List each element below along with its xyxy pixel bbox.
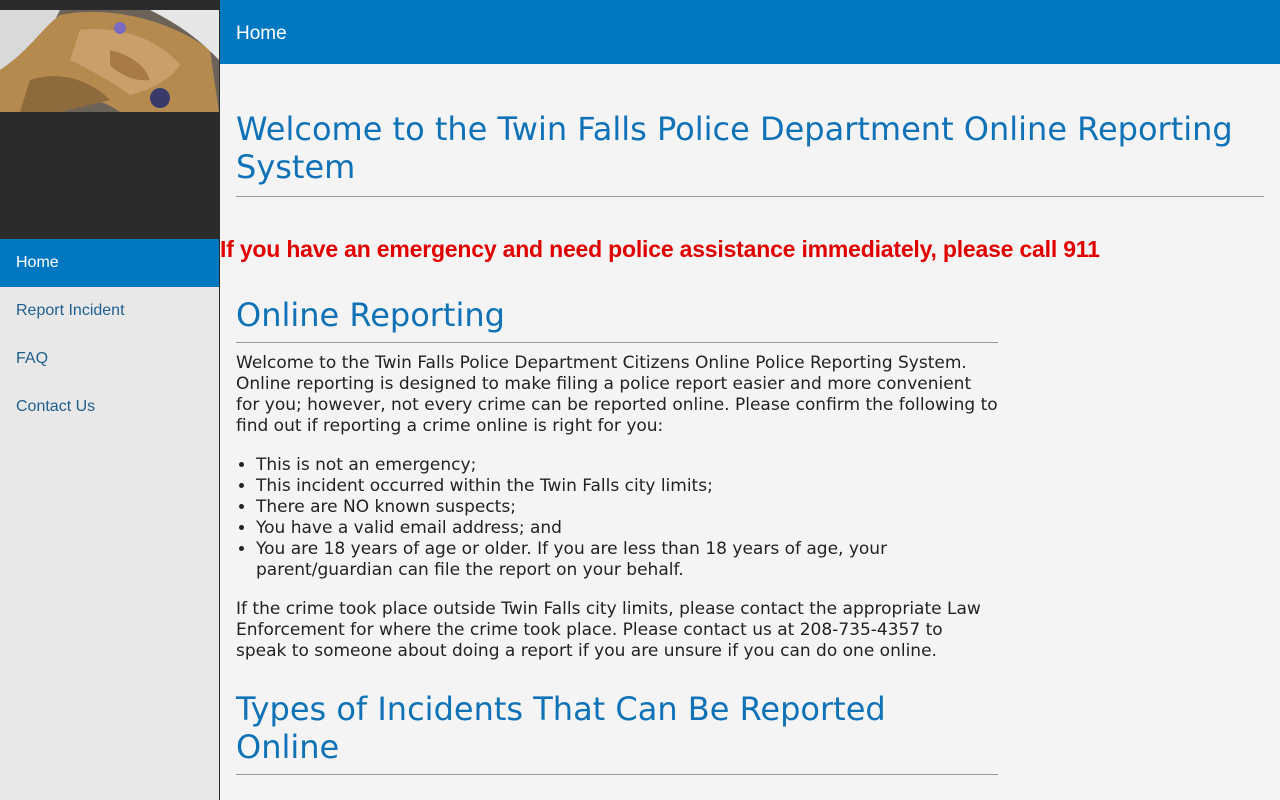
content-column: Online Reporting Welcome to the Twin Fal… [236, 296, 998, 775]
list-item: There are NO known suspects; [256, 497, 998, 518]
page-title: Home [236, 23, 287, 44]
sidebar-item-report-incident[interactable]: Report Incident [0, 287, 219, 335]
sidebar-item-faq[interactable]: FAQ [0, 335, 219, 383]
logo-area [0, 0, 219, 239]
sidebar: Home Report Incident FAQ Contact Us [0, 0, 220, 800]
main-content: Welcome to the Twin Falls Police Departm… [236, 64, 1264, 197]
criteria-list: This is not an emergency; This incident … [236, 455, 998, 581]
online-reporting-heading: Online Reporting [236, 296, 998, 343]
list-item: This is not an emergency; [256, 455, 998, 476]
emergency-notice: If you have an emergency and need police… [220, 236, 1100, 262]
list-item: You are 18 years of age or older. If you… [256, 539, 998, 581]
list-item: You have a valid email address; and [256, 518, 998, 539]
top-bar: Home [220, 0, 1280, 64]
sidebar-item-home[interactable]: Home [0, 239, 219, 287]
outside-limits-paragraph: If the crime took place outside Twin Fal… [236, 599, 981, 661]
welcome-heading: Welcome to the Twin Falls Police Departm… [236, 64, 1264, 197]
sidebar-item-contact-us[interactable]: Contact Us [0, 383, 219, 431]
police-badge-image [0, 10, 219, 112]
incident-types-heading: Types of Incidents That Can Be Reported … [236, 690, 998, 775]
list-item: This incident occurred within the Twin F… [256, 476, 998, 497]
sidebar-nav: Home Report Incident FAQ Contact Us [0, 239, 219, 431]
intro-paragraph: Welcome to the Twin Falls Police Departm… [236, 353, 998, 436]
